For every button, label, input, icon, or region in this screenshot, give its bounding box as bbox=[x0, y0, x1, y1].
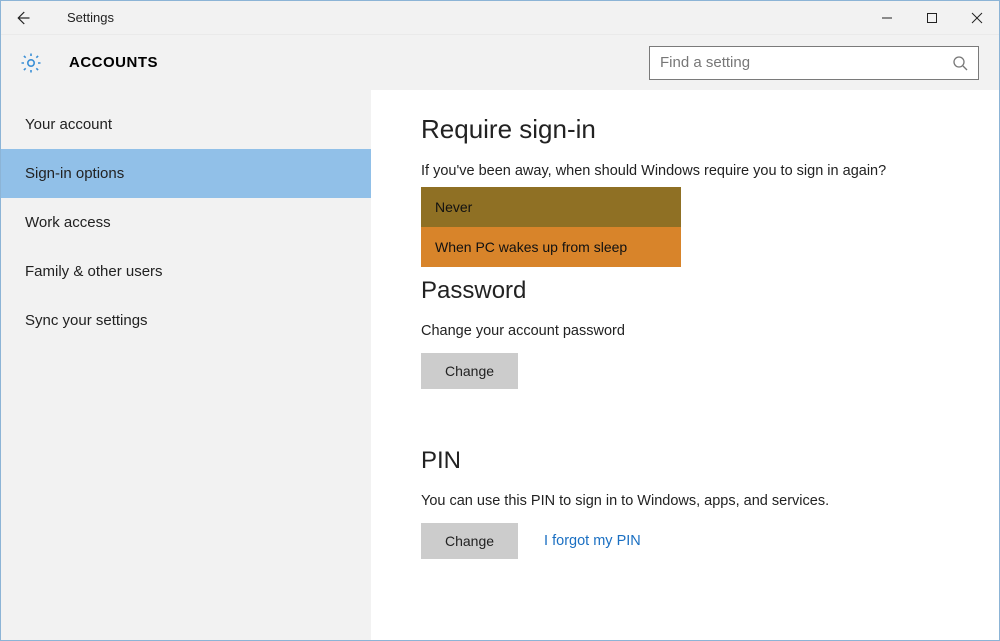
search-box[interactable] bbox=[649, 46, 979, 80]
minimize-button[interactable] bbox=[864, 1, 909, 35]
sidebar: Your account Sign-in options Work access… bbox=[1, 90, 371, 640]
maximize-button[interactable] bbox=[909, 1, 954, 35]
page-header: ACCOUNTS bbox=[1, 35, 999, 90]
dropdown-option-when-pc-wakes[interactable]: When PC wakes up from sleep bbox=[421, 227, 681, 267]
change-pin-button[interactable]: Change bbox=[421, 523, 518, 559]
change-password-button[interactable]: Change bbox=[421, 353, 518, 389]
search-input[interactable] bbox=[660, 54, 952, 71]
page-title: ACCOUNTS bbox=[69, 54, 158, 71]
require-signin-dropdown[interactable]: Never When PC wakes up from sleep bbox=[421, 187, 681, 267]
titlebar: Settings bbox=[1, 1, 999, 35]
dropdown-option-never[interactable]: Never bbox=[421, 187, 681, 227]
sidebar-item-your-account[interactable]: Your account bbox=[1, 100, 371, 149]
section-heading-password: Password bbox=[421, 277, 949, 305]
gear-icon bbox=[19, 51, 43, 75]
window-title: Settings bbox=[43, 10, 114, 25]
close-button[interactable] bbox=[954, 1, 999, 35]
sidebar-item-work-access[interactable]: Work access bbox=[1, 198, 371, 247]
content-pane: Require sign-in If you've been away, whe… bbox=[371, 90, 999, 640]
section-heading-pin: PIN bbox=[421, 447, 949, 475]
password-description: Change your account password bbox=[421, 323, 949, 339]
sidebar-item-family-other-users[interactable]: Family & other users bbox=[1, 247, 371, 296]
forgot-pin-link[interactable]: I forgot my PIN bbox=[544, 533, 641, 549]
sidebar-item-sync-your-settings[interactable]: Sync your settings bbox=[1, 296, 371, 345]
pin-description: You can use this PIN to sign in to Windo… bbox=[421, 493, 949, 509]
section-heading-require-signin: Require sign-in bbox=[421, 114, 949, 145]
back-button[interactable] bbox=[1, 1, 43, 35]
sidebar-item-sign-in-options[interactable]: Sign-in options bbox=[1, 149, 371, 198]
search-icon bbox=[952, 55, 968, 71]
require-signin-description: If you've been away, when should Windows… bbox=[421, 163, 949, 179]
